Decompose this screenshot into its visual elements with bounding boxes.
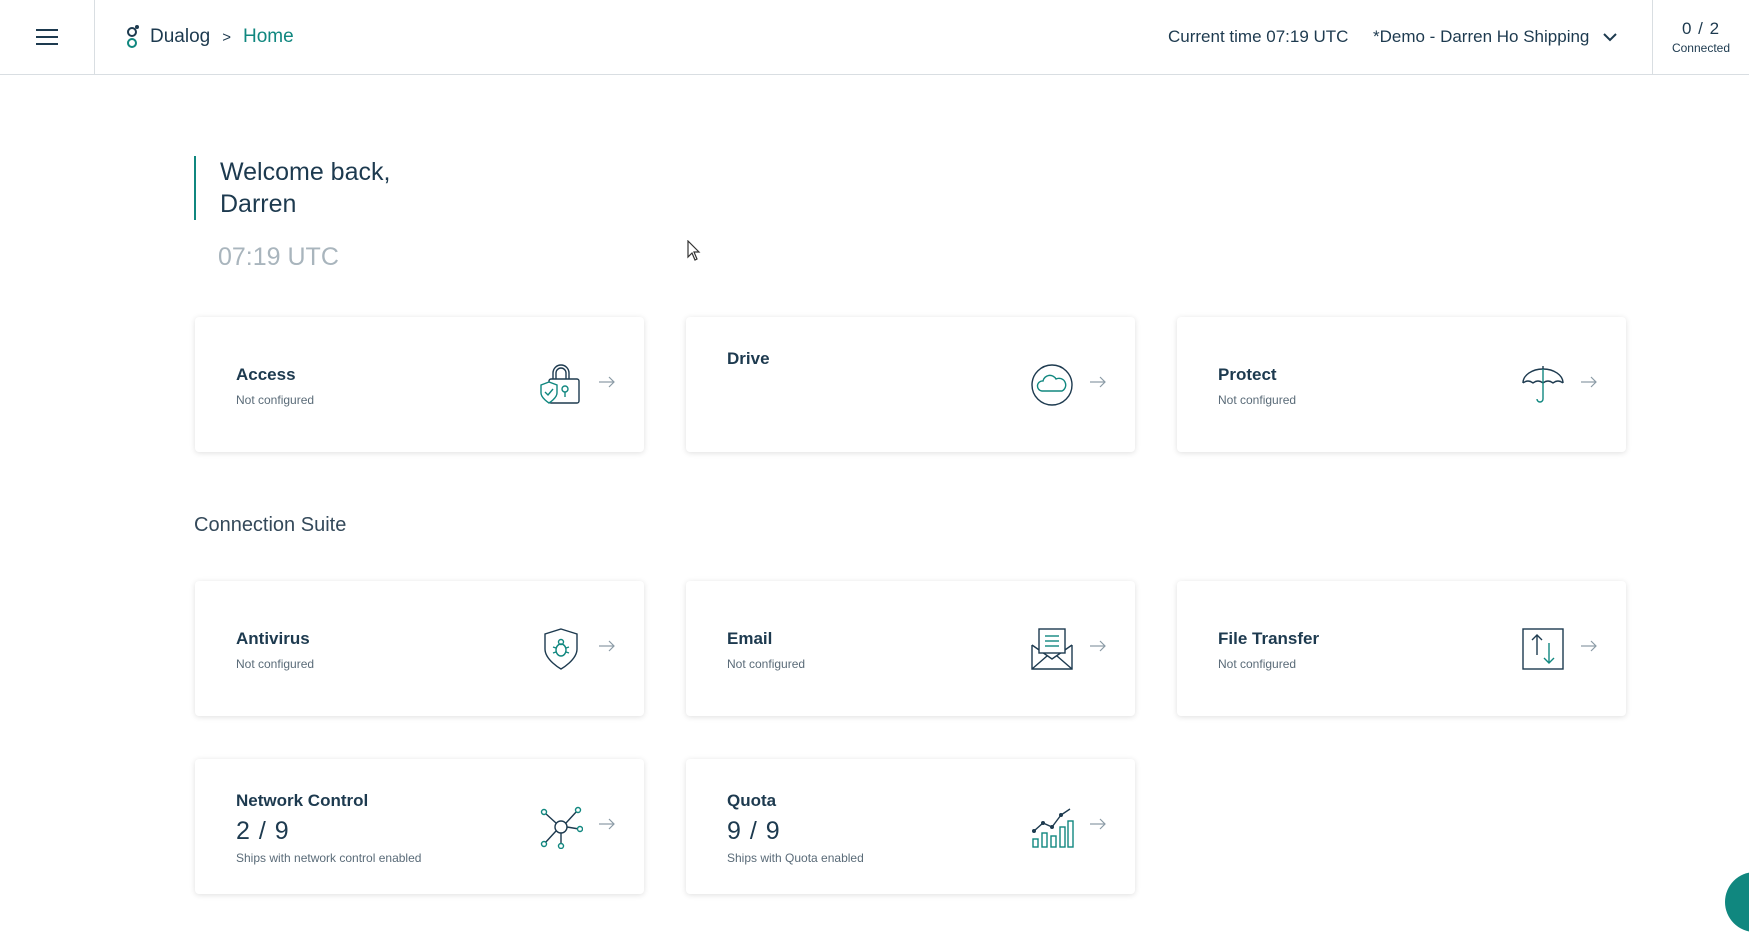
card-title: Email [727,629,773,648]
connected-label: Connected [1671,41,1731,55]
card-status: Not configured [1218,657,1297,671]
card-value: 9 / 9 [727,817,781,845]
card-status: Not configured [236,393,315,407]
card-title: Protect [1218,365,1277,384]
arrow-right-icon [1090,376,1106,388]
envelope-icon [1031,628,1073,670]
arrow-right-icon [599,376,615,388]
card-status: Not configured [727,657,806,671]
arrow-right-icon [1581,376,1597,388]
welcome-user: Darren [220,190,297,218]
bug-shield-icon [544,628,578,670]
card-drive[interactable]: Drive [686,317,1135,452]
chevron-down-icon [1603,32,1618,41]
card-title: File Transfer [1218,629,1320,648]
card-access[interactable]: Access Not configured [195,317,644,452]
lock-shield-icon [540,364,580,404]
card-title: Antivirus [236,629,310,648]
mouse-cursor-icon [687,240,701,261]
arrow-right-icon [1090,640,1106,652]
card-protect[interactable]: Protect Not configured [1177,317,1626,452]
chart-icon [1032,808,1074,848]
dualog-logo-icon [127,25,139,48]
card-value: 2 / 9 [236,817,290,845]
card-title: Network Control [236,791,369,810]
card-title: Drive [727,349,770,368]
card-title: Quota [727,791,777,810]
current-time: Current time 07:19 UTC [1168,27,1349,46]
breadcrumb-current: Home [242,26,294,47]
card-email[interactable]: Email Not configured [686,581,1135,716]
hamburger-icon [36,29,58,45]
app-name-link[interactable]: Dualog [150,26,210,48]
connected-count: 0 / 2 [1681,19,1721,38]
arrow-right-icon [599,640,615,652]
card-status: Not configured [236,657,315,671]
top-bar: Dualog > Home Current time 07:19 UTC *De… [0,0,1749,75]
breadcrumb-separator: > [222,28,231,46]
network-icon [540,806,583,849]
card-title: Access [236,365,296,384]
menu-button[interactable] [0,0,95,74]
card-antivirus[interactable]: Antivirus Not configured [195,581,644,716]
arrow-right-icon [1581,640,1597,652]
breadcrumb: Dualog > Home [124,0,294,74]
welcome-heading: Welcome back, Darren [194,156,594,220]
section-title: Connection Suite [194,514,347,536]
welcome-line: Welcome back, [220,158,391,186]
card-status: Ships with Quota enabled [727,851,864,865]
cloud-icon [1031,364,1073,406]
arrow-right-icon [1090,818,1106,830]
card-status: Ships with network control enabled [236,851,422,865]
company-name: *Demo - Darren Ho Shipping [1373,27,1590,46]
transfer-icon [1522,628,1564,670]
connection-status[interactable]: 0 / 2 Connected [1652,0,1749,74]
card-file-transfer[interactable]: File Transfer Not configured [1177,581,1626,716]
card-status: Not configured [1218,393,1297,407]
card-network-control[interactable]: Network Control 2 / 9 Ships with network… [195,759,644,894]
arrow-right-icon [599,818,615,830]
umbrella-icon [1522,366,1564,403]
company-selector[interactable]: *Demo - Darren Ho Shipping [1373,0,1618,74]
welcome-time: 07:19 UTC [218,243,339,271]
help-fab-button[interactable] [1725,872,1749,932]
card-quota[interactable]: Quota 9 / 9 Ships with Quota enabled [686,759,1135,894]
